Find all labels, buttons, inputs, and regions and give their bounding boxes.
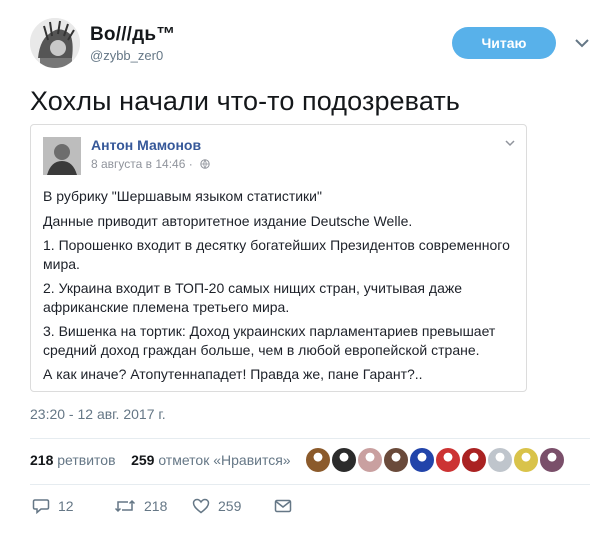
embed-paragraph: Данные приводит авторитетное издание Deu…	[43, 212, 413, 229]
reply-button[interactable]: 12	[32, 498, 74, 514]
envelope-icon	[274, 499, 292, 513]
retweets-count[interactable]: 218	[30, 452, 53, 468]
like-count: 259	[218, 498, 242, 514]
liker-avatar[interactable]	[461, 447, 487, 473]
retweet-button[interactable]: 218	[114, 498, 167, 514]
liker-avatar[interactable]	[409, 447, 435, 473]
liker-avatar[interactable]	[513, 447, 539, 473]
author-avatar[interactable]	[30, 18, 80, 68]
likes-label[interactable]: отметок «Нравится»	[158, 452, 290, 468]
globe-icon	[200, 159, 210, 169]
reply-count: 12	[58, 498, 74, 514]
chevron-down-icon[interactable]	[504, 137, 516, 149]
tweet-timestamp[interactable]: 23:20 - 12 авг. 2017 г.	[30, 406, 166, 422]
like-button[interactable]: 259	[192, 498, 241, 514]
divider	[30, 438, 590, 439]
retweet-count: 218	[144, 498, 168, 514]
reply-icon	[32, 499, 50, 514]
follow-button[interactable]: Читаю	[452, 27, 556, 59]
embed-body: В рубрику "Шершавым языком статистики" Д…	[43, 187, 513, 390]
embed-paragraph: В рубрику "Шершавым языком статистики"	[43, 188, 322, 204]
direct-message-button[interactable]	[274, 498, 300, 514]
embedded-facebook-post[interactable]: Антон Мамонов 8 августа в 14:46 · В рубр…	[30, 124, 527, 392]
author-name[interactable]: Bo///дь™	[90, 24, 176, 46]
liker-avatar[interactable]	[357, 447, 383, 473]
retweets-label[interactable]: ретвитов	[57, 452, 115, 468]
retweet-icon	[114, 499, 136, 513]
embed-author-name[interactable]: Антон Мамонов	[91, 137, 201, 153]
divider	[30, 484, 590, 485]
chevron-down-icon[interactable]	[574, 35, 590, 51]
liker-avatar[interactable]	[539, 447, 565, 473]
heart-icon	[192, 498, 210, 514]
embed-paragraph: 2. Украина входит в ТОП-20 самых нищих с…	[43, 280, 463, 315]
engagement-stats: 218 ретвитов 259 отметок «Нравится»	[30, 452, 291, 468]
embed-author-avatar[interactable]	[43, 137, 81, 175]
liker-avatar[interactable]	[305, 447, 331, 473]
liker-avatar[interactable]	[487, 447, 513, 473]
author-handle[interactable]: @zybb_zer0	[90, 48, 163, 63]
embed-paragraph: А как иначе? Атопутеннападет! Правда же,…	[43, 366, 423, 382]
embed-paragraph: 1. Порошенко входит в десятку богатейших…	[43, 237, 510, 272]
likes-count[interactable]: 259	[131, 452, 154, 468]
liker-avatar[interactable]	[383, 447, 409, 473]
liker-avatar[interactable]	[331, 447, 357, 473]
embed-date-text: 8 августа в 14:46 ·	[91, 157, 193, 171]
embed-paragraph: 3. Вишенка на тортик: Доход украинских п…	[43, 323, 496, 358]
tweet-text: Хохлы начали что-то подозревать	[30, 86, 460, 116]
liker-avatar[interactable]	[435, 447, 461, 473]
embed-date: 8 августа в 14:46 ·	[91, 157, 210, 171]
